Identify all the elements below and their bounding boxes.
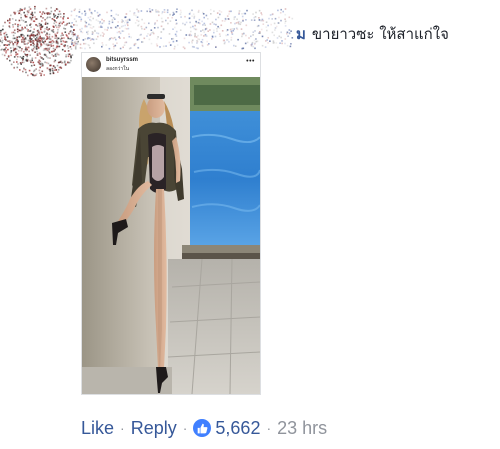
timestamp[interactable]: 23 hrs (277, 418, 327, 439)
post-location[interactable]: ลองกว่าใน (106, 65, 129, 73)
separator-dot: · (266, 420, 272, 436)
thumbs-up-icon[interactable] (193, 419, 212, 437)
embedded-instagram-post[interactable]: bitsuyrssm ลองกว่าใน ••• (81, 52, 261, 395)
separator-dot: · (120, 420, 125, 436)
reaction-count[interactable]: 5,662 (215, 418, 260, 439)
like-link[interactable]: Like (81, 418, 114, 439)
post-photo[interactable] (82, 77, 260, 394)
separator-dot: · (182, 420, 188, 436)
more-dots-icon[interactable]: ••• (246, 58, 255, 65)
thumbs-up-glyph (197, 423, 208, 433)
comment-action-bar: Like · Reply · 5,662 · 23 hrs (81, 417, 327, 439)
photo-illustration (82, 77, 260, 394)
reply-link[interactable]: Reply (131, 418, 177, 439)
comment-text: ม ขายาวซะ ให้สาแก่ใจ (296, 22, 449, 46)
post-username[interactable]: bitsuyrssm (106, 57, 138, 63)
avatar[interactable] (86, 57, 101, 72)
commenter-name-fragment[interactable]: ม (296, 25, 306, 43)
post-header: bitsuyrssm ลองกว่าใน ••• (82, 53, 260, 77)
comment-body: ขายาวซะ ให้สาแก่ใจ (311, 25, 449, 43)
